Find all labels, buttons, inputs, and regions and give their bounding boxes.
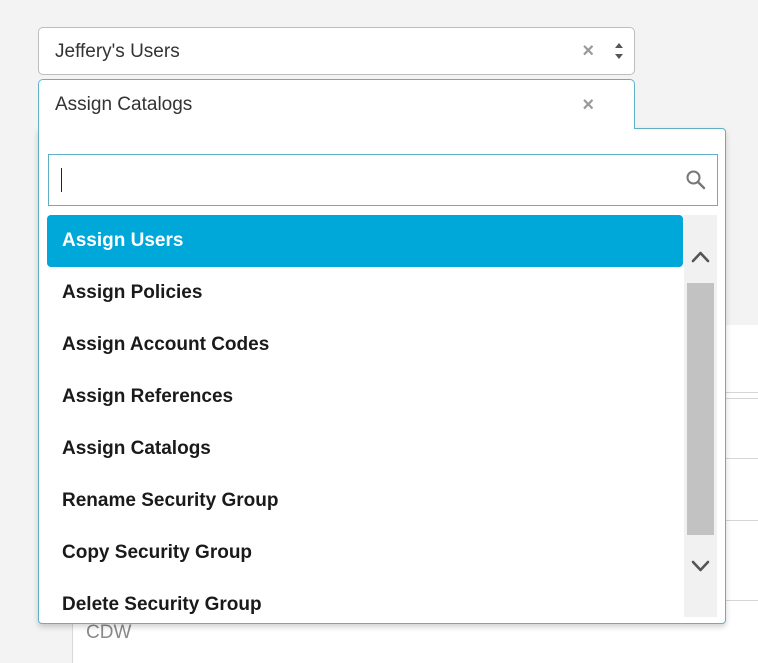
divider [726, 520, 758, 521]
options-list: Assign Users Assign Policies Assign Acco… [47, 215, 683, 623]
option-assign-catalogs[interactable]: Assign Catalogs [47, 423, 683, 475]
divider [726, 392, 758, 393]
divider [726, 600, 758, 601]
divider [726, 398, 758, 399]
scrollbar-thumb[interactable] [687, 283, 714, 535]
chevron-down-icon[interactable] [684, 537, 717, 617]
search-icon [686, 170, 706, 190]
option-assign-policies[interactable]: Assign Policies [47, 267, 683, 319]
user-group-select[interactable]: Jeffery's Users × [38, 27, 635, 75]
background-text-cdw: CDW [86, 622, 132, 643]
up-down-arrows-icon[interactable] [612, 38, 626, 64]
option-assign-references[interactable]: Assign References [47, 371, 683, 423]
action-select[interactable]: Assign Catalogs × [38, 79, 635, 129]
option-rename-security-group[interactable]: Rename Security Group [47, 475, 683, 527]
user-group-select-value: Jeffery's Users [55, 41, 180, 62]
divider [726, 458, 758, 459]
search-input[interactable] [49, 155, 669, 205]
option-copy-security-group[interactable]: Copy Security Group [47, 527, 683, 579]
action-dropdown: Assign Users Assign Policies Assign Acco… [38, 128, 726, 624]
chevron-up-icon[interactable] [684, 215, 717, 281]
clear-icon[interactable]: × [582, 95, 594, 115]
action-select-value: Assign Catalogs [55, 94, 193, 115]
search-box[interactable] [48, 154, 718, 206]
option-assign-users[interactable]: Assign Users [47, 215, 683, 267]
scrollbar[interactable] [684, 215, 717, 617]
clear-icon[interactable]: × [582, 41, 594, 61]
option-delete-security-group[interactable]: Delete Security Group [47, 579, 683, 623]
text-cursor [61, 168, 62, 192]
option-assign-account-codes[interactable]: Assign Account Codes [47, 319, 683, 371]
